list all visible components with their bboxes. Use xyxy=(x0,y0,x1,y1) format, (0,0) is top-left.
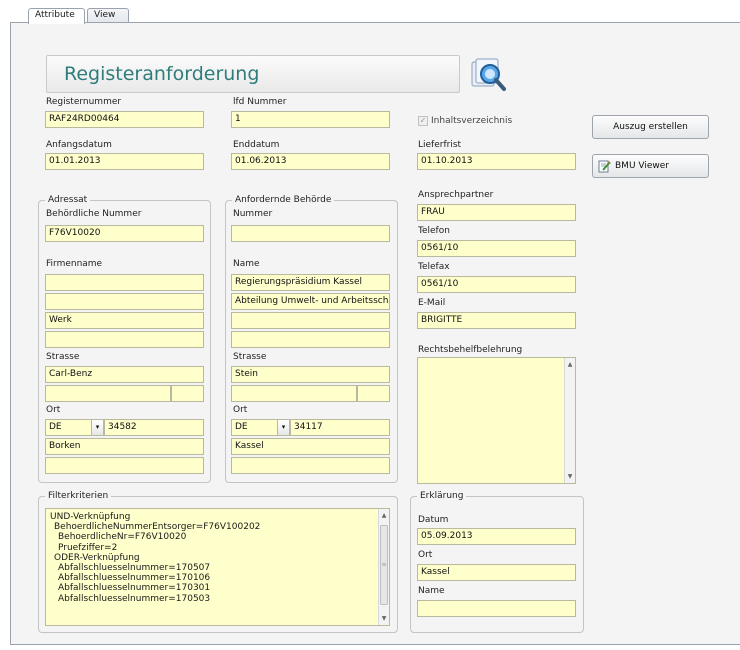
telefax-label: Telefax xyxy=(418,262,450,272)
erklaerung-ort-field[interactable]: Kassel xyxy=(417,564,576,581)
filter-group-label: Filterkriterien xyxy=(45,491,112,502)
scroll-down-icon[interactable]: ▼ xyxy=(565,473,575,480)
filter-line: Abfallschluesselnummer=170301 xyxy=(58,583,211,594)
adressat-strasse-field[interactable]: Carl-Benz xyxy=(45,366,204,383)
adressat-ort-label: Ort xyxy=(46,405,61,415)
filter-line: Abfallschluesselnummer=170507 xyxy=(58,563,211,574)
edit-document-icon xyxy=(598,159,612,173)
rechtsbehelf-scrollbar[interactable]: ▲ ▼ xyxy=(564,358,575,483)
adressat-city-field[interactable]: Borken xyxy=(45,438,204,455)
behoerde-nummer-label: Nummer xyxy=(233,209,273,219)
firmenname-line-4[interactable] xyxy=(45,331,204,348)
bmu-viewer-label: BMU Viewer xyxy=(615,161,669,171)
adressat-strasse-label: Strasse xyxy=(46,352,80,362)
bmu-viewer-button[interactable]: BMU Viewer xyxy=(592,154,709,178)
filter-scrollbar[interactable]: ▲ ≡ ▼ xyxy=(378,509,389,625)
adressat-nummer-field[interactable]: F76V10020 xyxy=(45,225,204,242)
filter-line: Pruefziffer=2 xyxy=(58,542,118,553)
telefon-field[interactable]: 0561/10 xyxy=(417,240,576,257)
firmenname-label: Firmenname xyxy=(46,259,103,269)
filter-line: ODER-Verknüpfung xyxy=(54,552,140,563)
erklaerung-name-label: Name xyxy=(418,586,445,596)
behoerde-plz-field[interactable]: 34117 xyxy=(290,419,390,436)
anfangsdatum-label: Anfangsdatum xyxy=(46,140,112,150)
behoerde-strasse-label: Strasse xyxy=(233,352,267,362)
behoerde-strasse-extra-field[interactable] xyxy=(231,385,357,402)
telefon-label: Telefon xyxy=(418,226,450,236)
adressat-country-select[interactable]: DE ▾ xyxy=(45,419,104,436)
behoerde-name-line-3[interactable] xyxy=(231,312,390,329)
auszug-erstellen-button[interactable]: Auszug erstellen xyxy=(592,115,709,139)
adressat-city-extra-field[interactable] xyxy=(45,457,204,474)
search-binoculars-icon xyxy=(466,56,512,94)
lfd-nummer-field[interactable]: 1 xyxy=(231,111,390,128)
behoerde-nummer-field[interactable] xyxy=(231,225,390,242)
adressat-strasse-extra-field[interactable] xyxy=(45,385,171,402)
adressat-country-value: DE xyxy=(49,422,62,432)
firmenname-line-2[interactable] xyxy=(45,293,204,310)
erklaerung-name-field[interactable] xyxy=(417,600,576,617)
behoerde-city-field[interactable]: Kassel xyxy=(231,438,390,455)
filter-line: BehoerdlicheNummerEntsorger=F76V100202 xyxy=(54,522,261,533)
erklaerung-ort-label: Ort xyxy=(418,550,433,560)
registernummer-field[interactable]: RAF24RD00464 xyxy=(45,111,204,128)
rechtsbehelfbelehrung-textarea[interactable]: ▲ ▼ xyxy=(417,357,576,484)
adressat-group-label: Adressat xyxy=(45,195,91,206)
firmenname-line-3[interactable]: Werk xyxy=(45,312,204,329)
erklaerung-datum-field[interactable]: 05.09.2013 xyxy=(417,528,576,545)
chevron-down-icon[interactable]: ▾ xyxy=(277,420,289,435)
scroll-up-icon[interactable]: ▲ xyxy=(565,361,575,368)
erklaerung-datum-label: Datum xyxy=(418,515,449,525)
tab-view[interactable]: View xyxy=(87,8,129,23)
enddatum-field[interactable]: 01.06.2013 xyxy=(231,153,390,170)
scroll-up-icon[interactable]: ▲ xyxy=(379,512,389,519)
lieferfrist-label: Lieferfrist xyxy=(418,140,462,150)
anfangsdatum-field[interactable]: 01.01.2013 xyxy=(45,153,204,170)
firmenname-line-1[interactable] xyxy=(45,274,204,291)
behoerde-hausnummer-field[interactable] xyxy=(357,385,390,402)
filter-line: Abfallschluesselnummer=170106 xyxy=(58,573,211,584)
filter-line: Abfallschluesselnummer=170503 xyxy=(58,593,211,604)
tab-attribute[interactable]: Attribute xyxy=(28,8,85,24)
adressat-hausnummer-field[interactable] xyxy=(171,385,204,402)
telefax-field[interactable]: 0561/10 xyxy=(417,276,576,293)
filter-line: UND-Verknüpfung xyxy=(50,512,131,522)
behoerde-name-line-1[interactable]: Regierungspräsidium Kassel xyxy=(231,274,390,291)
behoerde-ort-label: Ort xyxy=(233,405,248,415)
email-field[interactable]: BRIGITTE xyxy=(417,312,576,329)
behoerde-name-line-2[interactable]: Abteilung Umwelt- und Arbeitssch xyxy=(231,293,390,310)
behoerde-group-label: Anfordernde Behörde xyxy=(232,195,335,206)
filterkriterien-textarea[interactable]: UND-Verknüpfung BehoerdlicheNummerEntsor… xyxy=(45,508,390,626)
adressat-plz-field[interactable]: 34582 xyxy=(104,419,204,436)
inhaltsverzeichnis-label: Inhaltsverzeichnis xyxy=(431,116,513,126)
behoerde-strasse-field[interactable]: Stein xyxy=(231,366,390,383)
scroll-grip-icon: ≡ xyxy=(381,561,387,568)
behoerde-country-value: DE xyxy=(235,422,248,432)
behoerde-name-line-4[interactable] xyxy=(231,331,390,348)
enddatum-label: Enddatum xyxy=(233,140,280,150)
lieferfrist-field[interactable]: 01.10.2013 xyxy=(417,153,576,170)
ansprechpartner-label: Ansprechpartner xyxy=(418,190,494,200)
ansprechpartner-field[interactable]: FRAU xyxy=(417,204,576,221)
behoerde-name-label: Name xyxy=(233,259,260,269)
behoerde-country-select[interactable]: DE ▾ xyxy=(231,419,290,436)
tab-bar: Attribute View xyxy=(0,0,740,24)
inhaltsverzeichnis-checkbox[interactable]: ✓ xyxy=(418,116,428,126)
page-title: Registeranforderung xyxy=(46,55,460,93)
chevron-down-icon[interactable]: ▾ xyxy=(91,420,103,435)
scroll-down-icon[interactable]: ▼ xyxy=(379,615,389,622)
adressat-nummer-label: Behördliche Nummer xyxy=(46,209,142,219)
email-label: E-Mail xyxy=(418,298,446,308)
filter-line: BehoerdlicheNr=F76V10020 xyxy=(58,532,187,543)
erklaerung-group-label: Erklärung xyxy=(417,491,467,502)
behoerde-city-extra-field[interactable] xyxy=(231,457,390,474)
rechtsbehelfbelehrung-label: Rechtsbehelfbelehrung xyxy=(418,345,523,355)
lfd-nummer-label: lfd Nummer xyxy=(233,97,287,107)
registernummer-label: Registernummer xyxy=(46,97,122,107)
